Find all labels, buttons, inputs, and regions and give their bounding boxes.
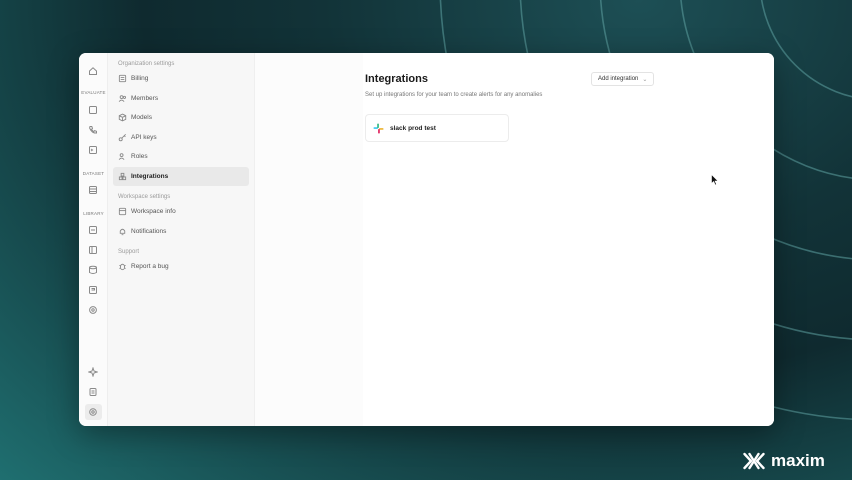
integrations-icon bbox=[118, 172, 127, 181]
library-section-label: LIBRARY bbox=[83, 211, 104, 216]
sidebar-item-label: Members bbox=[131, 94, 159, 102]
bell-icon bbox=[118, 227, 127, 236]
sidebar-item-roles[interactable]: Roles bbox=[113, 147, 249, 167]
context-icon[interactable] bbox=[87, 284, 99, 296]
icon-rail: EVALUATE DATASET LIBRARY bbox=[79, 53, 108, 426]
dataset-section-label: DATASET bbox=[82, 171, 105, 176]
test-runs-icon[interactable] bbox=[87, 104, 99, 116]
add-integration-label: Add integration bbox=[598, 76, 639, 82]
slack-icon bbox=[373, 122, 384, 134]
sidebar-item-label: Workspace info bbox=[131, 208, 176, 216]
content-gutter bbox=[255, 53, 363, 426]
workspace-icon bbox=[118, 207, 127, 216]
layout-icon[interactable] bbox=[87, 244, 99, 256]
docs-icon[interactable] bbox=[87, 386, 99, 398]
tools-icon[interactable] bbox=[87, 304, 99, 316]
sidebar-item-label: Models bbox=[131, 114, 152, 122]
maxim-logo-icon bbox=[743, 452, 765, 470]
mouse-cursor-icon bbox=[711, 174, 719, 186]
key-icon bbox=[118, 133, 127, 142]
section-title-organization: Organization settings bbox=[118, 61, 175, 67]
page-subtitle: Set up integrations for your team to cre… bbox=[365, 92, 543, 98]
evaluator-icon[interactable] bbox=[87, 224, 99, 236]
page-title: Integrations bbox=[365, 73, 428, 85]
billing-icon bbox=[118, 74, 127, 83]
sidebar-item-integrations[interactable]: Integrations bbox=[113, 166, 249, 186]
terminal-icon[interactable] bbox=[87, 144, 99, 156]
sidebar-item-label: Report a bug bbox=[131, 263, 169, 271]
sidebar-item-label: API keys bbox=[131, 133, 157, 141]
integration-name: slack prod test bbox=[390, 124, 436, 132]
maxim-logo: maxim bbox=[743, 451, 825, 471]
database-icon[interactable] bbox=[87, 184, 99, 196]
models-icon bbox=[118, 113, 127, 122]
settings-sidebar: Organization settings Billing Members Mo… bbox=[108, 53, 255, 426]
home-icon[interactable] bbox=[87, 65, 99, 77]
sidebar-item-api-keys[interactable]: API keys bbox=[113, 128, 249, 148]
sidebar-item-notifications[interactable]: Notifications bbox=[113, 222, 249, 242]
sidebar-item-members[interactable]: Members bbox=[113, 89, 249, 109]
sidebar-item-label: Roles bbox=[131, 153, 148, 161]
sidebar-item-report-bug[interactable]: Report a bug bbox=[113, 257, 249, 277]
phone-icon[interactable] bbox=[87, 124, 99, 136]
app-window: EVALUATE DATASET LIBRARY Organization se… bbox=[79, 53, 774, 426]
add-integration-button[interactable]: Add integration ⌄ bbox=[591, 72, 655, 86]
sidebar-item-label: Notifications bbox=[131, 227, 167, 235]
sidebar-item-workspace-info[interactable]: Workspace info bbox=[113, 202, 249, 222]
datasource-icon[interactable] bbox=[87, 264, 99, 276]
section-title-support: Support bbox=[118, 249, 140, 255]
integration-card[interactable]: slack prod test bbox=[365, 114, 509, 142]
members-icon bbox=[118, 94, 127, 103]
roles-icon bbox=[118, 152, 127, 161]
bug-icon bbox=[118, 262, 127, 271]
sidebar-item-label: Billing bbox=[131, 75, 149, 83]
section-title-workspace: Workspace settings bbox=[118, 194, 171, 200]
evaluate-section-label: EVALUATE bbox=[81, 90, 106, 95]
brand-name: maxim bbox=[771, 451, 825, 470]
sidebar-item-models[interactable]: Models bbox=[113, 108, 249, 128]
chevron-down-icon: ⌄ bbox=[642, 76, 648, 83]
settings-gear-icon[interactable] bbox=[87, 406, 99, 418]
sparkle-icon[interactable] bbox=[87, 366, 99, 378]
sidebar-item-label: Integrations bbox=[131, 172, 169, 180]
main-content: Integrations Set up integrations for you… bbox=[255, 53, 774, 426]
sidebar-item-billing[interactable]: Billing bbox=[113, 69, 249, 89]
